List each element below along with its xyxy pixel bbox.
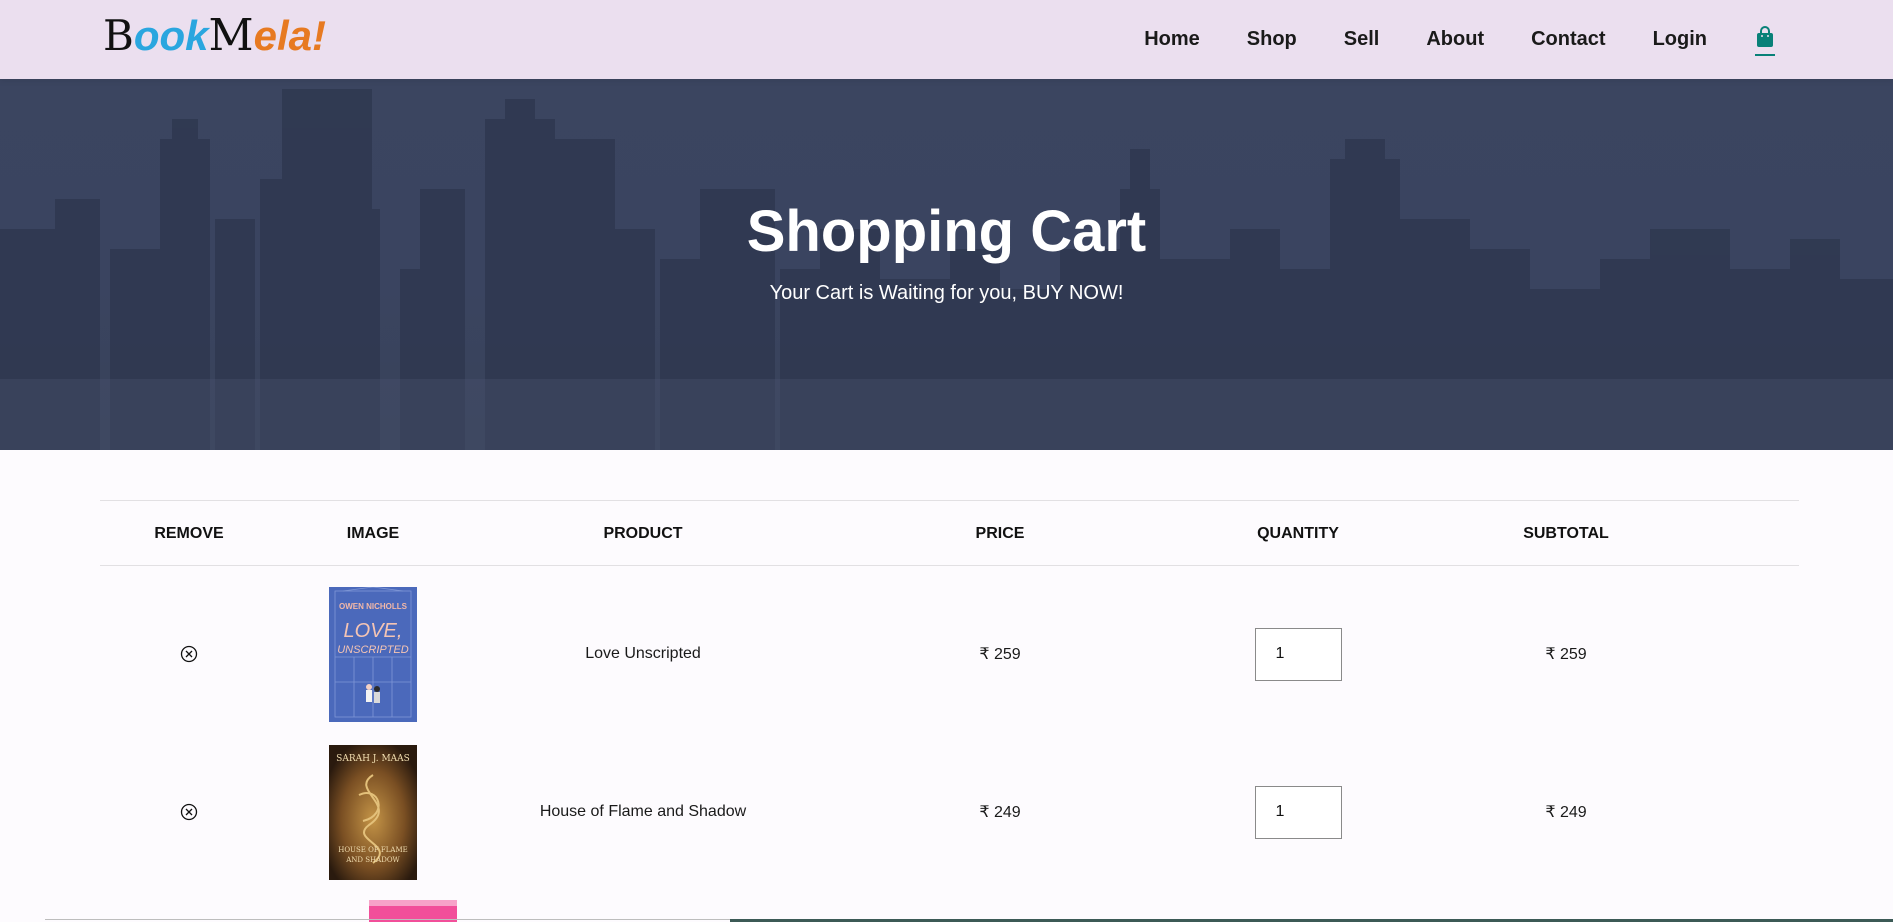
header-image: Image xyxy=(346,525,400,542)
svg-text:OWEN NICHOLLS: OWEN NICHOLLS xyxy=(339,602,408,611)
logo-letter-b: B xyxy=(103,11,134,60)
product-price: ₹ 259 xyxy=(979,646,1021,663)
header-quantity: Quantity xyxy=(1257,525,1339,542)
book-cover-image[interactable]: OWEN NICHOLLS LOVE, UNSCRIPTED xyxy=(329,586,417,722)
header-price: Price xyxy=(975,525,1025,542)
svg-text:AND SHADOW: AND SHADOW xyxy=(345,856,400,864)
site-header: B ook M ela! Home Shop Sell About Contac… xyxy=(0,0,1893,79)
logo-text-ook: ook xyxy=(133,12,209,59)
nav-about[interactable]: About xyxy=(1426,28,1484,51)
quantity-input[interactable] xyxy=(1254,785,1342,839)
nav-contact[interactable]: Contact xyxy=(1531,28,1605,51)
cover-art: OWEN NICHOLLS LOVE, UNSCRIPTED xyxy=(329,586,417,722)
cart-table: Remove Image Product Price Quantity Subt… xyxy=(100,500,1799,922)
header-remove: Remove xyxy=(154,525,224,542)
close-circle-icon[interactable] xyxy=(180,803,198,821)
nav-sell[interactable]: Sell xyxy=(1344,28,1380,51)
header-product: Product xyxy=(603,525,683,542)
image-cell: OWEN NICHOLLS LOVE, UNSCRIPTED xyxy=(278,575,468,733)
table-row: OWEN NICHOLLS LOVE, UNSCRIPTED Love Unsc… xyxy=(100,575,1799,733)
image-cell: SARAH J. MAAS HOUSE OF FLAME AND SHADOW xyxy=(278,733,468,891)
table-row: SARAH J. MAAS HOUSE OF FLAME AND SHADOW … xyxy=(100,733,1799,891)
product-subtotal: ₹ 249 xyxy=(1545,804,1587,821)
active-underline xyxy=(1755,53,1775,56)
table-header: Remove Image Product Price Quantity Subt… xyxy=(100,500,1799,566)
page-divider xyxy=(45,919,730,920)
product-price: ₹ 249 xyxy=(979,804,1021,821)
quantity-input[interactable] xyxy=(1254,627,1342,681)
nav-cart-link[interactable] xyxy=(1755,25,1775,56)
product-name: House of Flame and Shadow xyxy=(539,803,747,820)
quantity-cell xyxy=(1182,575,1414,733)
svg-text:LOVE,: LOVE, xyxy=(344,620,403,642)
hero-banner: Shopping Cart Your Cart is Waiting for y… xyxy=(0,79,1893,450)
nav-shop[interactable]: Shop xyxy=(1247,28,1297,51)
shopping-bag-icon xyxy=(1757,25,1773,47)
product-name: Love Unscripted xyxy=(585,645,701,662)
logo-letter-m: M xyxy=(208,10,254,61)
quantity-cell xyxy=(1182,733,1414,891)
nav-login[interactable]: Login xyxy=(1653,28,1707,51)
header-subtotal: Subtotal xyxy=(1523,525,1609,542)
svg-text:HOUSE OF FLAME: HOUSE OF FLAME xyxy=(338,846,408,854)
nav-home[interactable]: Home xyxy=(1144,28,1200,51)
book-cover-image[interactable]: SARAH J. MAAS HOUSE OF FLAME AND SHADOW xyxy=(329,744,417,880)
page-subtitle: Your Cart is Waiting for you, BUY NOW! xyxy=(769,282,1124,304)
svg-text:SARAH J. MAAS: SARAH J. MAAS xyxy=(336,754,410,764)
svg-text:UNSCRIPTED: UNSCRIPTED xyxy=(337,644,409,656)
remove-cell xyxy=(100,733,278,891)
cover-art: SARAH J. MAAS HOUSE OF FLAME AND SHADOW xyxy=(329,744,417,880)
cover-band xyxy=(369,900,457,906)
page-title: Shopping Cart xyxy=(746,199,1147,264)
remove-cell xyxy=(100,575,278,733)
close-circle-icon[interactable] xyxy=(180,645,198,663)
logo-text-ela: ela! xyxy=(253,12,326,59)
main-nav: Home Shop Sell About Contact Login xyxy=(1097,0,1775,79)
brand-logo[interactable]: B ook M ela! xyxy=(103,12,326,60)
product-subtotal: ₹ 259 xyxy=(1545,646,1587,663)
